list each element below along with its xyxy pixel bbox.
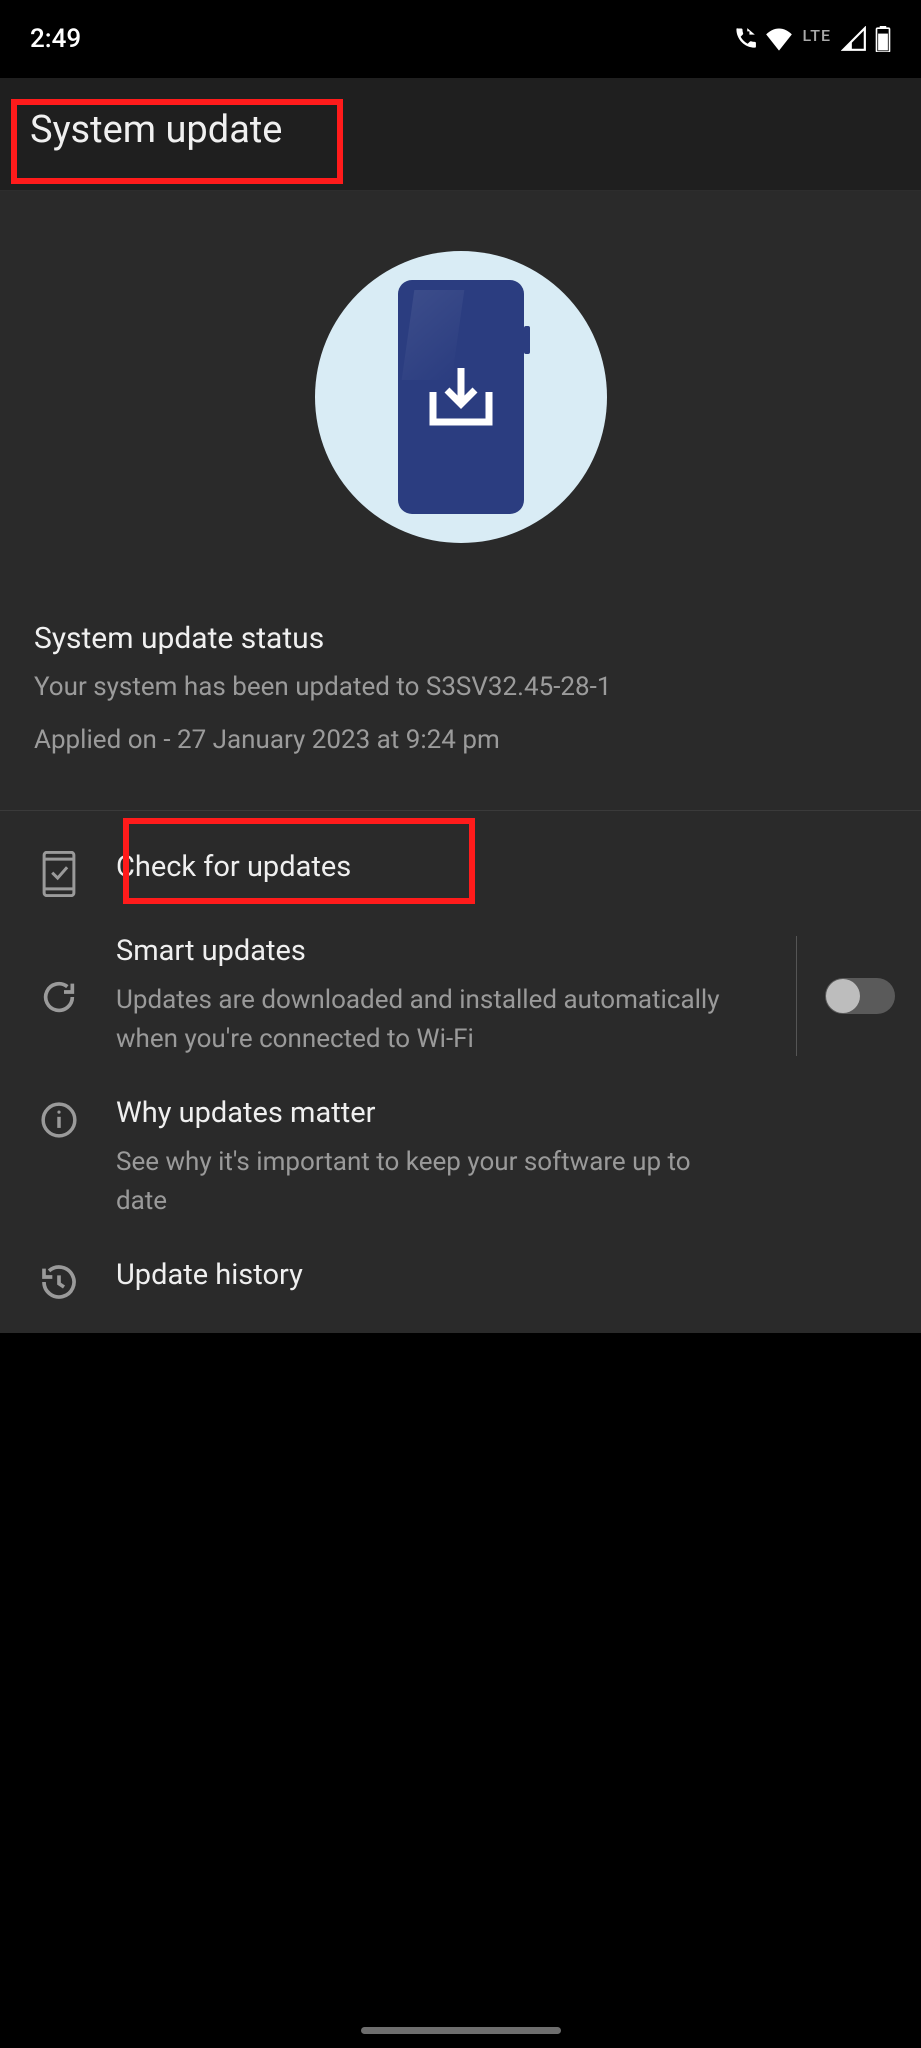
page-title: System update (30, 108, 891, 152)
refresh-icon (36, 974, 82, 1020)
smart-updates-row[interactable]: Smart updates Updates are downloaded and… (0, 915, 921, 1077)
status-bar: 2:49 LTE (0, 0, 921, 78)
status-icons: LTE (731, 26, 891, 53)
why-updates-matter-row[interactable]: Why updates matter See why it's importan… (0, 1077, 921, 1239)
hero-section: System update status Your system has bee… (0, 191, 921, 811)
header: System update (0, 78, 921, 191)
check-for-updates-label: Check for updates (116, 849, 895, 887)
home-indicator[interactable] (361, 2027, 561, 2034)
vertical-divider (796, 936, 797, 1056)
info-icon (36, 1097, 82, 1143)
update-graphic (315, 251, 607, 543)
phone-check-icon (36, 851, 82, 897)
signal-icon (841, 26, 867, 52)
update-history-label: Update history (116, 1257, 895, 1295)
why-updates-label: Why updates matter (116, 1095, 895, 1133)
status-applied: Applied on - 27 January 2023 at 9:24 pm (34, 723, 887, 758)
settings-list: Check for updates Smart updates Updates … (0, 811, 921, 1332)
status-time: 2:49 (30, 24, 81, 54)
wifi-calling-icon (731, 26, 757, 52)
wifi-icon (765, 27, 793, 51)
why-updates-subtitle: See why it's important to keep your soft… (116, 1143, 736, 1221)
history-icon (36, 1259, 82, 1305)
status-title: System update status (34, 621, 887, 656)
smart-updates-control (796, 936, 895, 1056)
smart-updates-subtitle: Updates are downloaded and installed aut… (116, 981, 736, 1059)
check-for-updates-row[interactable]: Check for updates (0, 831, 921, 915)
update-history-row[interactable]: Update history (0, 1239, 921, 1323)
battery-icon (875, 26, 891, 52)
status-version: Your system has been updated to S3SV32.4… (34, 670, 887, 705)
network-type-label: LTE (803, 26, 831, 45)
smart-updates-label: Smart updates (116, 933, 752, 971)
smart-updates-toggle[interactable] (825, 978, 895, 1014)
